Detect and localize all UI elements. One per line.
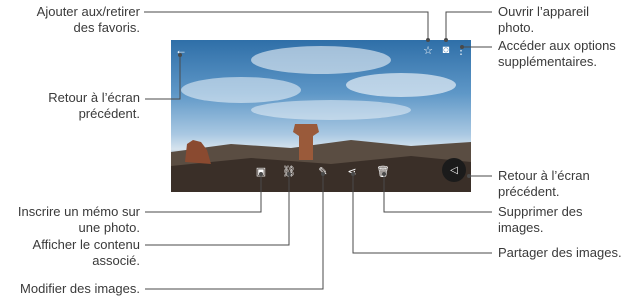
related-label: Afficher le contenu associé. [32,237,140,268]
share-button[interactable]: ⋖ [345,164,359,178]
more-options-button[interactable]: ⋮ [455,43,467,57]
favorite-button[interactable]: ☆ [421,43,435,57]
photo-viewer: ← ☆ ◙ ⋮ ▣ ⛓ ✎ ⋖ 🗑 [171,40,471,192]
nav-back-button[interactable]: ◁ [442,158,466,182]
share-icon: ⋖ [347,165,357,178]
favorites-label: Ajouter aux/retirer des favoris. [36,4,140,35]
star-icon: ☆ [423,44,433,57]
back-arrow-icon: ← [175,43,187,57]
memo-label: Inscrire un mémo sur une photo. [17,204,140,235]
pencil-icon: ✎ [318,165,328,178]
camera-icon: ◙ [442,44,450,56]
more-vert-icon: ⋮ [455,44,467,57]
link-icon: ⛓ [282,165,296,178]
memo-icon: ▣ [255,165,267,178]
share-label: Partager des images. [498,245,622,260]
delete-button[interactable]: 🗑 [376,164,390,178]
trash-icon: 🗑 [376,165,390,178]
back-bottom-label: Retour à l’écran précédent. [498,168,590,199]
triangle-back-icon: ◁ [450,164,458,176]
back-button[interactable]: ← [174,43,188,57]
delete-label: Supprimer des images. [498,204,583,235]
back-top-label: Retour à l’écran précédent. [48,90,140,121]
more-options-label: Accéder aux options supplémentaires. [498,38,616,69]
related-content-button[interactable]: ⛓ [282,164,296,178]
camera-button[interactable]: ◙ [439,43,453,57]
camera-label: Ouvrir l’appareil photo. [498,4,590,35]
memo-button[interactable]: ▣ [254,164,268,178]
edit-button[interactable]: ✎ [316,164,330,178]
edit-label: Modifier des images. [20,281,140,296]
